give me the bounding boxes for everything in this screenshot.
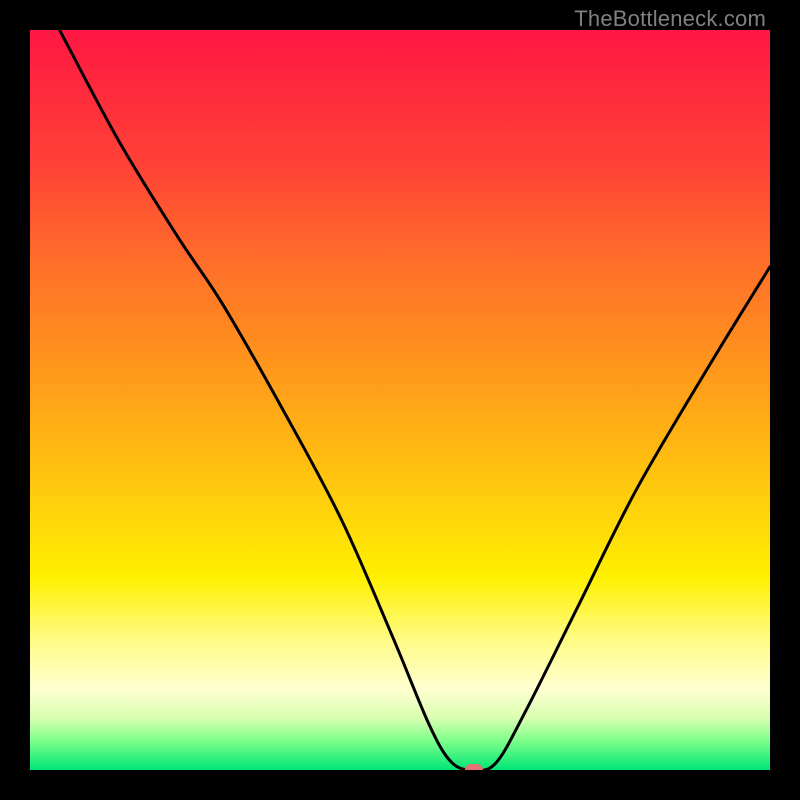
bottleneck-curve bbox=[60, 30, 770, 770]
optimum-marker bbox=[465, 764, 483, 770]
plot-area bbox=[30, 30, 770, 770]
chart-frame: TheBottleneck.com bbox=[0, 0, 800, 800]
watermark-text: TheBottleneck.com bbox=[574, 6, 766, 32]
curve-layer bbox=[30, 30, 770, 770]
